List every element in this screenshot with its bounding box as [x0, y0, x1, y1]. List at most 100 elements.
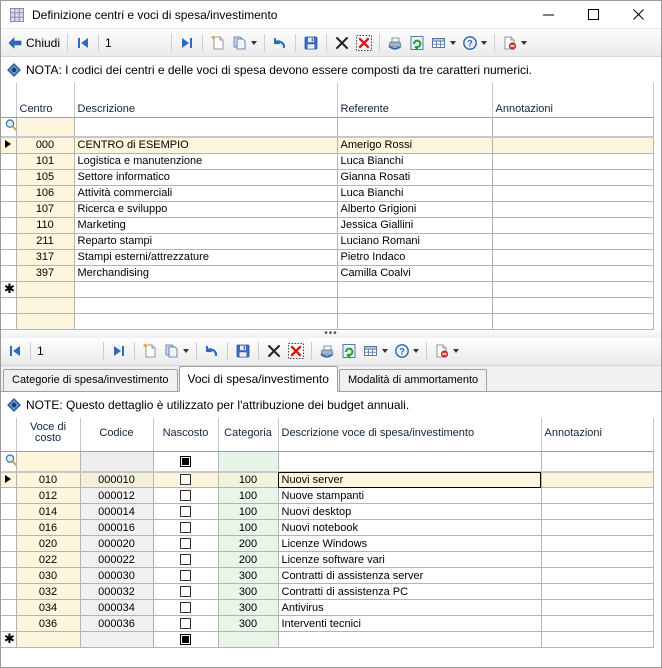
- cell-categoria[interactable]: 300: [218, 599, 279, 616]
- cell-centro[interactable]: 106: [16, 185, 75, 202]
- chevron-down-icon[interactable]: [382, 349, 388, 353]
- grid-options-button[interactable]: [428, 32, 459, 54]
- row-selector[interactable]: [1, 169, 17, 186]
- cell-referente[interactable]: Alberto Grigioni: [337, 201, 493, 218]
- chevron-down-icon[interactable]: [481, 40, 488, 45]
- row-selector[interactable]: [1, 249, 17, 266]
- cell-descrizione[interactable]: Reparto stampi: [74, 233, 338, 250]
- panel-splitter[interactable]: •••: [1, 329, 661, 339]
- cell-codice[interactable]: 000034: [80, 599, 154, 616]
- row-selector[interactable]: [1, 185, 17, 202]
- cell-annotazioni[interactable]: [541, 471, 654, 488]
- cell-descrizione-voce[interactable]: Contratti di assistenza server: [278, 567, 542, 584]
- cell-codice[interactable]: 000016: [80, 519, 154, 536]
- cell-descrizione[interactable]: Attività commerciali: [74, 185, 338, 202]
- checkbox-icon[interactable]: [180, 522, 191, 534]
- cell-descrizione[interactable]: Merchandising: [74, 265, 338, 282]
- cell-codice[interactable]: 000014: [80, 503, 154, 520]
- cell-descrizione-voce[interactable]: Nuove stampanti: [278, 487, 542, 504]
- voci-grid[interactable]: Voce di costo Codice Nascosto Categoria …: [1, 417, 654, 648]
- row-selector[interactable]: [1, 233, 17, 250]
- cell-categoria[interactable]: 200: [218, 551, 279, 568]
- cell-voce-di-costo[interactable]: 022: [16, 551, 81, 568]
- cell-annotazioni[interactable]: [541, 583, 654, 600]
- duplicate-record-button-2[interactable]: [161, 340, 192, 362]
- row-selector[interactable]: [1, 615, 17, 632]
- print-button[interactable]: [384, 32, 406, 54]
- tab-modalita[interactable]: Modalità di ammortamento: [338, 368, 488, 391]
- row-selector[interactable]: [1, 471, 17, 488]
- cell-referente[interactable]: Camilla Coalvi: [337, 265, 493, 282]
- cell-categoria[interactable]: 200: [218, 535, 279, 552]
- cell-annotazioni[interactable]: [541, 503, 654, 520]
- cell-annotazioni[interactable]: [492, 137, 654, 154]
- cell-categoria[interactable]: 300: [218, 567, 279, 584]
- row-selector[interactable]: [1, 535, 17, 552]
- voci-grid-wrap[interactable]: Voce di costo Codice Nascosto Categoria …: [1, 417, 661, 648]
- cell-codice[interactable]: 000036: [80, 615, 154, 632]
- cell-centro[interactable]: [16, 281, 75, 298]
- row-selector[interactable]: [1, 503, 17, 520]
- close-button[interactable]: [616, 1, 661, 29]
- cell-centro[interactable]: 101: [16, 153, 75, 170]
- refresh-button-2[interactable]: [338, 340, 360, 362]
- cell-referente[interactable]: Luciano Romani: [337, 233, 493, 250]
- checkbox-icon[interactable]: [180, 538, 191, 550]
- voci-filter-row[interactable]: [1, 451, 654, 473]
- row-selector[interactable]: [1, 519, 17, 536]
- column-header-centro[interactable]: Centro: [16, 83, 75, 118]
- filter-annotazioni[interactable]: [492, 117, 654, 138]
- cell-voce-di-costo[interactable]: 014: [16, 503, 81, 520]
- table-row[interactable]: 030 000030 300 Contratti di assistenza serv…: [1, 567, 654, 584]
- cell-descrizione-voce[interactable]: Licenze Windows: [278, 535, 542, 552]
- cell-annotazioni[interactable]: [492, 201, 654, 218]
- row-selector[interactable]: [1, 153, 17, 170]
- cell-annotazioni[interactable]: [492, 169, 654, 186]
- print-button-2[interactable]: [316, 340, 338, 362]
- cell-codice[interactable]: 000020: [80, 535, 154, 552]
- table-row[interactable]: 010 000010 100 Nuovi server: [1, 471, 654, 488]
- row-selector[interactable]: [1, 599, 17, 616]
- cell-nascosto[interactable]: [153, 487, 219, 504]
- checkbox-icon[interactable]: [180, 490, 191, 502]
- column-header-categoria[interactable]: Categoria: [218, 417, 279, 452]
- cell-nascosto[interactable]: [153, 599, 219, 616]
- filter-categoria[interactable]: [218, 451, 279, 473]
- filter-annotazioni[interactable]: [541, 451, 654, 473]
- cell-descrizione-voce[interactable]: Contratti di assistenza PC: [278, 583, 542, 600]
- table-row[interactable]: 101 Logistica e manutenzione Luca Bianchi: [1, 153, 654, 170]
- cell-referente[interactable]: Gianna Rosati: [337, 169, 493, 186]
- checkbox-icon[interactable]: [180, 554, 191, 566]
- cell-nascosto[interactable]: [153, 471, 219, 488]
- table-row[interactable]: 012 000012 100 Nuove stampanti: [1, 487, 654, 504]
- minimize-button[interactable]: [526, 1, 571, 29]
- cell-referente[interactable]: Luca Bianchi: [337, 185, 493, 202]
- cell-nascosto[interactable]: [153, 631, 219, 648]
- chevron-down-icon[interactable]: [251, 40, 258, 45]
- row-selector[interactable]: [1, 217, 17, 234]
- help-button[interactable]: ?: [459, 32, 490, 54]
- tab-categorie[interactable]: Categorie di spesa/investimento: [3, 368, 178, 391]
- delete-button[interactable]: [331, 32, 353, 54]
- chevron-down-icon[interactable]: [413, 349, 419, 353]
- chevron-down-icon[interactable]: [521, 40, 528, 45]
- cell-centro[interactable]: 000: [16, 137, 75, 154]
- delete-all-button-2[interactable]: [285, 340, 307, 362]
- chevron-down-icon[interactable]: [450, 40, 457, 45]
- cell-annotazioni[interactable]: [492, 281, 654, 298]
- chevron-down-icon[interactable]: [183, 349, 189, 353]
- cell-codice[interactable]: 000012: [80, 487, 154, 504]
- new-record-button[interactable]: [207, 32, 229, 54]
- row-selector[interactable]: [1, 583, 17, 600]
- cell-descrizione-voce[interactable]: Nuovi notebook: [278, 519, 542, 536]
- cell-voce-di-costo[interactable]: 034: [16, 599, 81, 616]
- table-row[interactable]: 317 Stampi esterni/attrezzature Pietro Ind…: [1, 249, 654, 266]
- row-selector[interactable]: [1, 567, 17, 584]
- cell-nascosto[interactable]: [153, 615, 219, 632]
- cell-voce-di-costo[interactable]: 030: [16, 567, 81, 584]
- cell-annotazioni[interactable]: [541, 487, 654, 504]
- duplicate-record-button[interactable]: [229, 32, 260, 54]
- cell-referente[interactable]: Amerigo Rossi: [337, 137, 493, 154]
- cell-voce-di-costo[interactable]: 012: [16, 487, 81, 504]
- tab-voci[interactable]: Voci di spesa/investimento: [178, 365, 338, 392]
